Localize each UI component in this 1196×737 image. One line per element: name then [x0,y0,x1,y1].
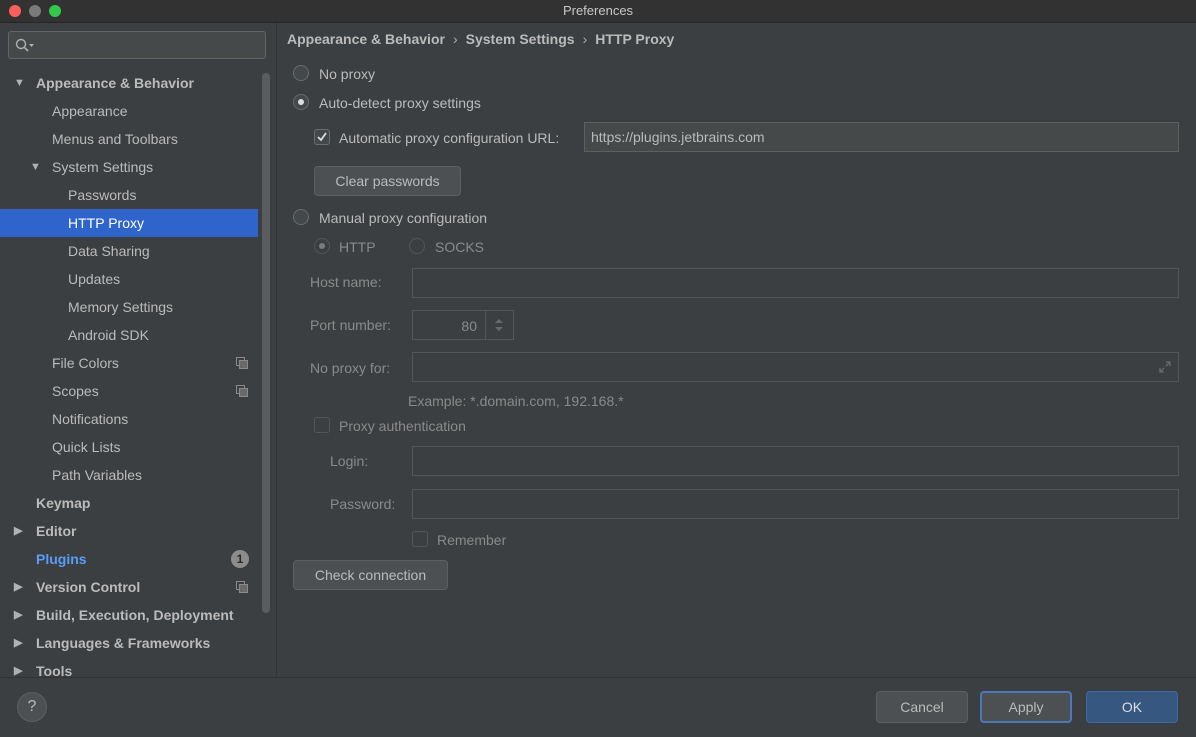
triangle-right-icon[interactable]: ▶ [14,629,22,657]
sidebar-item-editor[interactable]: ▶ Editor [0,517,258,545]
triangle-right-icon[interactable]: ▶ [14,601,22,629]
auto-detect-radio[interactable] [293,94,309,110]
sidebar-item-memory-settings[interactable]: Memory Settings [0,293,258,321]
sidebar-item-tools[interactable]: ▶ Tools [0,657,258,677]
sidebar-item-menus-toolbars[interactable]: Menus and Toolbars [0,125,258,153]
triangle-down-icon[interactable]: ▼ [30,153,41,181]
title-bar: Preferences [0,0,1196,23]
sidebar-item-notifications[interactable]: Notifications [0,405,258,433]
sidebar-item-data-sharing[interactable]: Data Sharing [0,237,258,265]
clear-passwords-button[interactable]: Clear passwords [314,166,461,196]
settings-search-input[interactable] [8,31,266,59]
sidebar-item-appearance[interactable]: Appearance [0,97,258,125]
search-icon [15,38,34,52]
sidebar-item-scopes[interactable]: Scopes [0,377,258,405]
sidebar-item-updates[interactable]: Updates [0,265,258,293]
password-input[interactable] [412,489,1179,519]
manual-proxy-label[interactable]: Manual proxy configuration [319,210,487,226]
help-button[interactable]: ? [17,692,47,722]
chevron-right-icon: › [582,31,588,47]
zoom-window-button[interactable] [49,5,61,17]
remember-label: Remember [437,532,507,548]
http-label: HTTP [339,239,376,255]
no-proxy-example-hint: Example: *.domain.com, 192.168.* [408,393,624,409]
triangle-down-icon[interactable]: ▼ [14,69,25,97]
sidebar-item-version-control[interactable]: ▶ Version Control [0,573,258,601]
socks-radio[interactable] [409,238,425,254]
socks-label: SOCKS [435,239,485,255]
sidebar-item-languages-frameworks[interactable]: ▶ Languages & Frameworks [0,629,258,657]
sidebar-item-build-execution-deployment[interactable]: ▶ Build, Execution, Deployment [0,601,258,629]
expand-icon[interactable] [1158,360,1172,374]
sidebar-item-system-settings[interactable]: ▼ System Settings [0,153,258,181]
sidebar-scrollbar[interactable] [262,73,270,613]
login-input[interactable] [412,446,1179,476]
http-proxy-panel: Appearance & Behavior › System Settings › HT… [277,23,1196,677]
check-connection-button[interactable]: Check connection [293,560,448,590]
triangle-right-icon[interactable]: ▶ [14,657,22,677]
no-proxy-for-label: No proxy for: [310,360,391,376]
sidebar-item-keymap[interactable]: Keymap [0,489,258,517]
auto-config-url-label: Automatic proxy configuration URL: [339,130,560,146]
port-number-value: 80 [461,318,477,334]
breadcrumb: Appearance & Behavior › System Settings › HT… [287,31,674,47]
copy-icon [236,385,248,397]
copy-icon [236,357,248,369]
no-proxy-radio[interactable] [293,65,309,81]
sidebar-item-path-variables[interactable]: Path Variables [0,461,258,489]
host-name-label: Host name: [310,274,382,290]
port-number-stepper[interactable]: 80 [412,310,514,340]
window-title: Preferences [562,3,634,18]
host-name-input[interactable] [412,268,1179,298]
copy-icon [236,581,248,593]
sidebar-item-file-colors[interactable]: File Colors [0,349,258,377]
stepper-divider [485,311,486,339]
cancel-button[interactable]: Cancel [876,691,968,723]
apply-button[interactable]: Apply [980,691,1072,723]
sidebar-item-plugins[interactable]: Plugins 1 [0,545,258,573]
minimize-window-button[interactable] [29,5,41,17]
sidebar-item-passwords[interactable]: Passwords [0,181,258,209]
http-radio[interactable] [314,238,330,254]
close-window-button[interactable] [9,5,21,17]
sidebar-item-http-proxy[interactable]: HTTP Proxy [0,209,258,237]
sidebar-item-appearance-behavior[interactable]: ▼ Appearance & Behavior [0,69,258,97]
auto-config-url-checkbox[interactable] [314,129,330,145]
login-label: Login: [330,453,369,469]
auto-config-url-input[interactable]: https://plugins.jetbrains.com [584,122,1179,152]
breadcrumb-item[interactable]: Appearance & Behavior [287,31,445,47]
no-proxy-label[interactable]: No proxy [319,66,375,82]
remember-checkbox[interactable] [412,531,428,547]
proxy-authentication-checkbox[interactable] [314,417,330,433]
stepper-arrows-icon[interactable] [493,317,505,333]
breadcrumb-item[interactable]: System Settings [466,31,575,47]
sidebar-item-android-sdk[interactable]: Android SDK [0,321,258,349]
no-proxy-for-input[interactable] [412,352,1179,382]
breadcrumb-item: HTTP Proxy [595,31,675,47]
chevron-right-icon: › [452,31,458,47]
proxy-authentication-label: Proxy authentication [339,418,466,434]
password-label: Password: [330,496,396,512]
sidebar-item-quick-lists[interactable]: Quick Lists [0,433,258,461]
settings-sidebar: ▼ Appearance & Behavior Appearance Menus… [0,23,277,677]
auto-detect-label[interactable]: Auto-detect proxy settings [319,95,481,111]
ok-button[interactable]: OK [1086,691,1178,723]
checkmark-icon [317,132,327,142]
triangle-right-icon[interactable]: ▶ [14,517,22,545]
dialog-footer: ? Cancel Apply OK [0,677,1196,737]
plugins-update-badge: 1 [231,550,249,568]
port-number-label: Port number: [310,317,391,333]
triangle-right-icon[interactable]: ▶ [14,573,22,601]
manual-proxy-radio[interactable] [293,209,309,225]
